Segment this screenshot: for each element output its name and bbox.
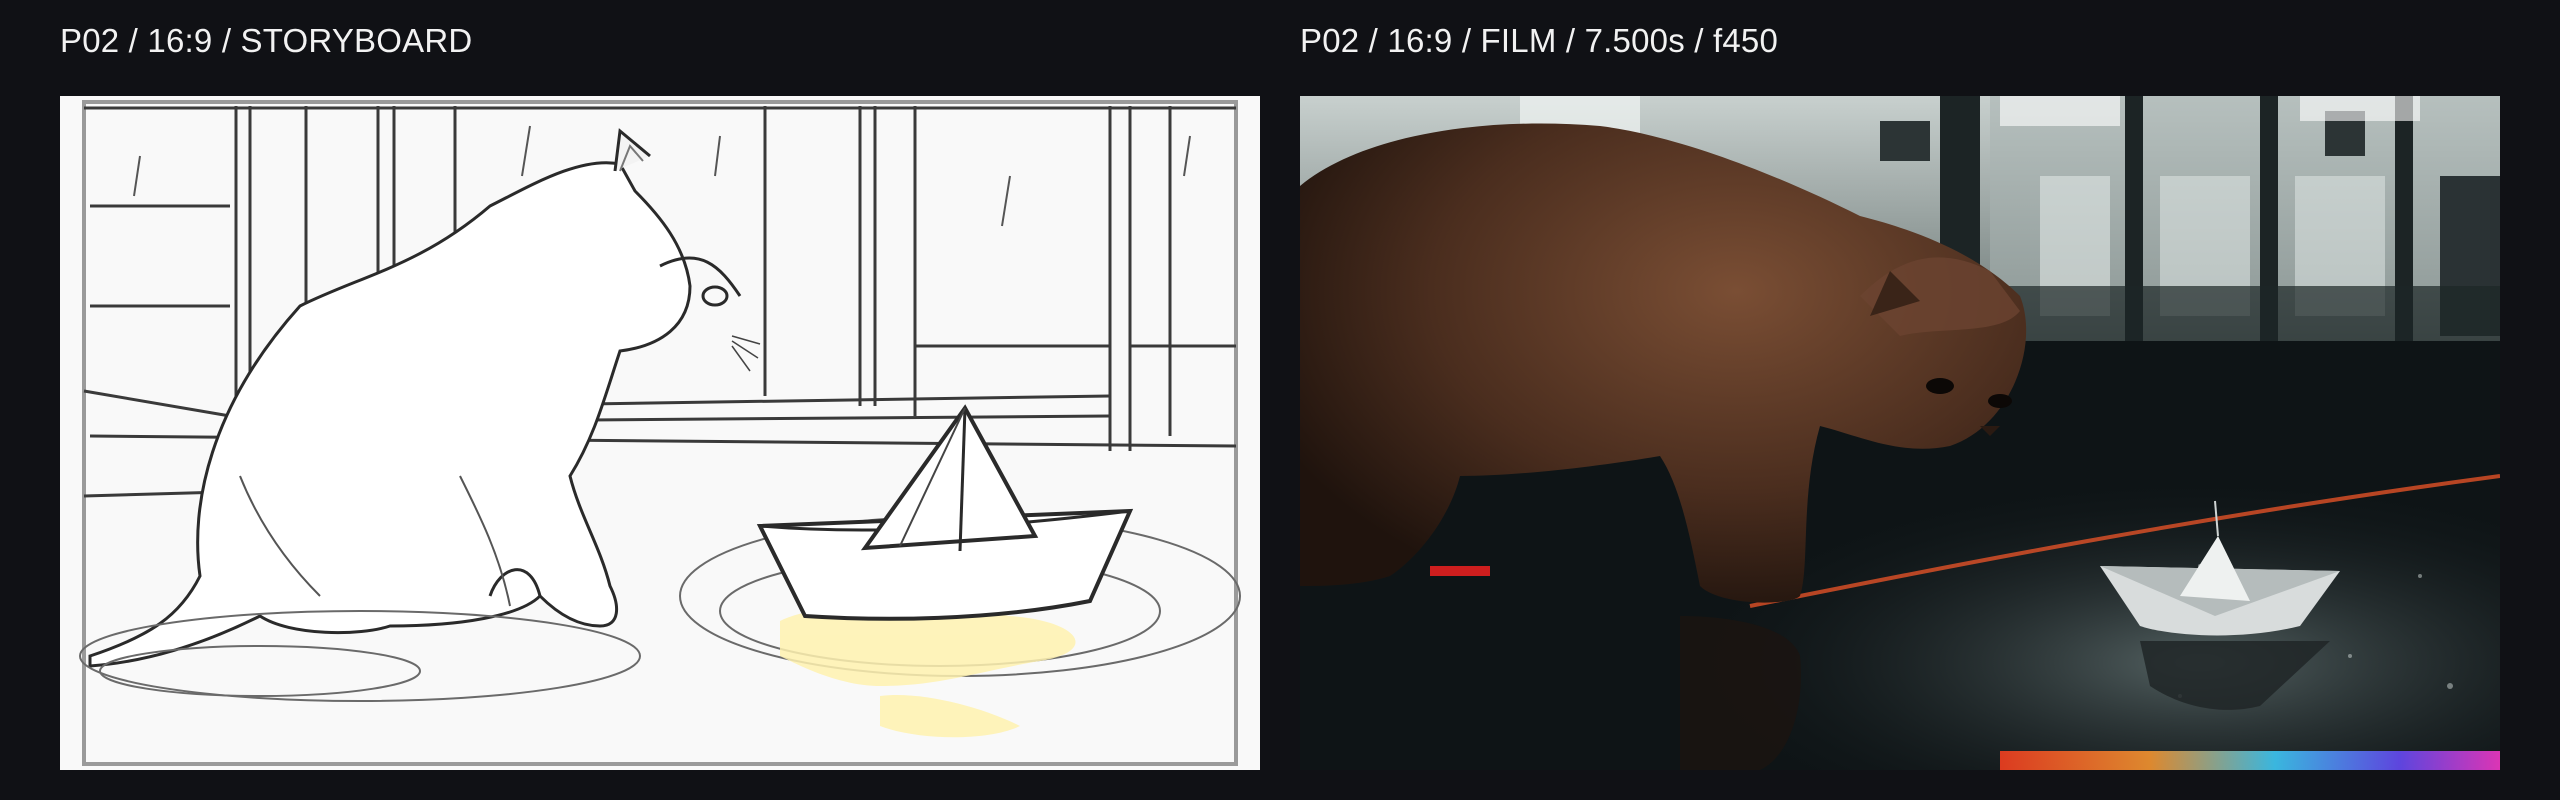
storyboard-panel: P02 / 16:9 / STORYBOARD xyxy=(60,0,1260,800)
storyboard-sketch-image xyxy=(60,96,1260,770)
film-still-image xyxy=(1300,96,2500,770)
comparison-board: P02 / 16:9 / STORYBOARD P02 / 16:9 / FIL… xyxy=(0,0,2560,800)
storyboard-label: P02 / 16:9 / STORYBOARD xyxy=(60,22,473,59)
film-label: P02 / 16:9 / FILM / 7.500s / f450 xyxy=(1300,22,1779,59)
rainbow-reflection xyxy=(2000,751,2500,770)
cat-reflection xyxy=(1680,616,1801,770)
film-panel: P02 / 16:9 / FILM / 7.500s / f450 xyxy=(1300,0,2500,800)
film-frame[interactable] xyxy=(1300,96,2500,770)
cat-eye xyxy=(1926,378,1954,394)
storyboard-frame[interactable] xyxy=(60,96,1260,770)
